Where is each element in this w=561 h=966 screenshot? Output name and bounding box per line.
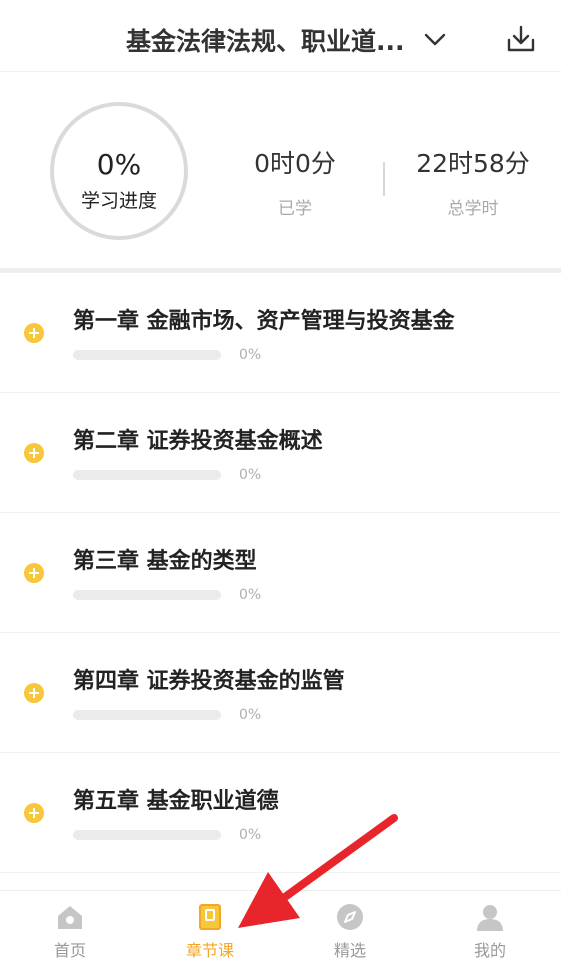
chapter-title[interactable]: 第一章 金融市场、资产管理与投资基金: [73, 303, 455, 335]
total-time-value: 22时58分: [416, 149, 530, 178]
expand-plus-icon[interactable]: [24, 443, 44, 463]
chapter-item[interactable]: 第三章 基金的类型 0%: [0, 513, 561, 633]
chapter-item[interactable]: 第二章 证券投资基金概述 0%: [0, 393, 561, 513]
learned-time-label: 已学: [278, 199, 312, 219]
chapter-progress-percent: 0%: [239, 347, 262, 363]
chapter-title[interactable]: 第四章 证券投资基金的监管: [73, 663, 345, 695]
chapter-item[interactable]: 第四章 证券投资基金的监管 0%: [0, 633, 561, 753]
chapter-progress-bar: [73, 710, 221, 720]
chapter-progress-percent: 0%: [239, 707, 262, 723]
tab-featured[interactable]: 精选: [290, 891, 410, 966]
total-time-label: 总学时: [447, 199, 499, 219]
chapter-item[interactable]: 第五章 基金职业道德 0%: [0, 753, 561, 873]
chapter-progress-percent: 0%: [239, 587, 262, 603]
download-icon[interactable]: [504, 22, 538, 56]
chapter-title[interactable]: 第三章 基金的类型: [73, 543, 257, 575]
bottom-tab-bar: 首页 章节课 精选 我的: [0, 890, 561, 966]
chapter-title[interactable]: 第二章 证券投资基金概述: [73, 423, 323, 455]
expand-plus-icon[interactable]: [24, 803, 44, 823]
course-title[interactable]: 基金法律法规、职业道...: [126, 22, 405, 58]
progress-label: 学习进度: [80, 190, 157, 212]
user-icon: [477, 905, 503, 931]
learned-time-value: 0时0分: [254, 149, 336, 178]
tab-featured-label: 精选: [333, 941, 366, 960]
chevron-down-icon[interactable]: [420, 24, 450, 54]
progress-percent: 0%: [96, 148, 142, 181]
top-bar: 基金法律法规、职业道...: [0, 0, 561, 72]
chapter-progress-bar: [73, 590, 221, 600]
progress-ring: 0% 学习进度: [50, 102, 188, 240]
compass-icon: [337, 904, 363, 930]
tab-me[interactable]: 我的: [430, 891, 550, 966]
chapter-title[interactable]: 第五章 基金职业道德: [73, 783, 279, 815]
chapter-progress-percent: 0%: [239, 467, 262, 483]
tab-chapter-lessons[interactable]: 章节课: [150, 891, 270, 966]
expand-plus-icon[interactable]: [24, 323, 44, 343]
learned-time-stat: 0时0分 已学: [235, 144, 355, 219]
expand-plus-icon[interactable]: [24, 563, 44, 583]
tab-chapter-lessons-label: 章节课: [185, 941, 234, 960]
study-progress-panel: 0% 学习进度 0时0分 已学 22时58分 总学时: [0, 72, 561, 268]
tab-me-label: 我的: [473, 941, 506, 960]
home-icon: [58, 906, 82, 929]
expand-plus-icon[interactable]: [24, 683, 44, 703]
chapter-progress-percent: 0%: [239, 827, 262, 843]
chapter-item[interactable]: 第一章 金融市场、资产管理与投资基金 0%: [0, 273, 561, 393]
chapter-progress-bar: [73, 350, 221, 360]
chapter-progress-bar: [73, 470, 221, 480]
tab-home[interactable]: 首页: [10, 891, 130, 966]
total-time-stat: 22时58分 总学时: [408, 144, 538, 219]
stat-divider: [383, 162, 385, 196]
book-icon: [199, 904, 221, 930]
tab-home-label: 首页: [53, 941, 86, 960]
chapter-progress-bar: [73, 830, 221, 840]
